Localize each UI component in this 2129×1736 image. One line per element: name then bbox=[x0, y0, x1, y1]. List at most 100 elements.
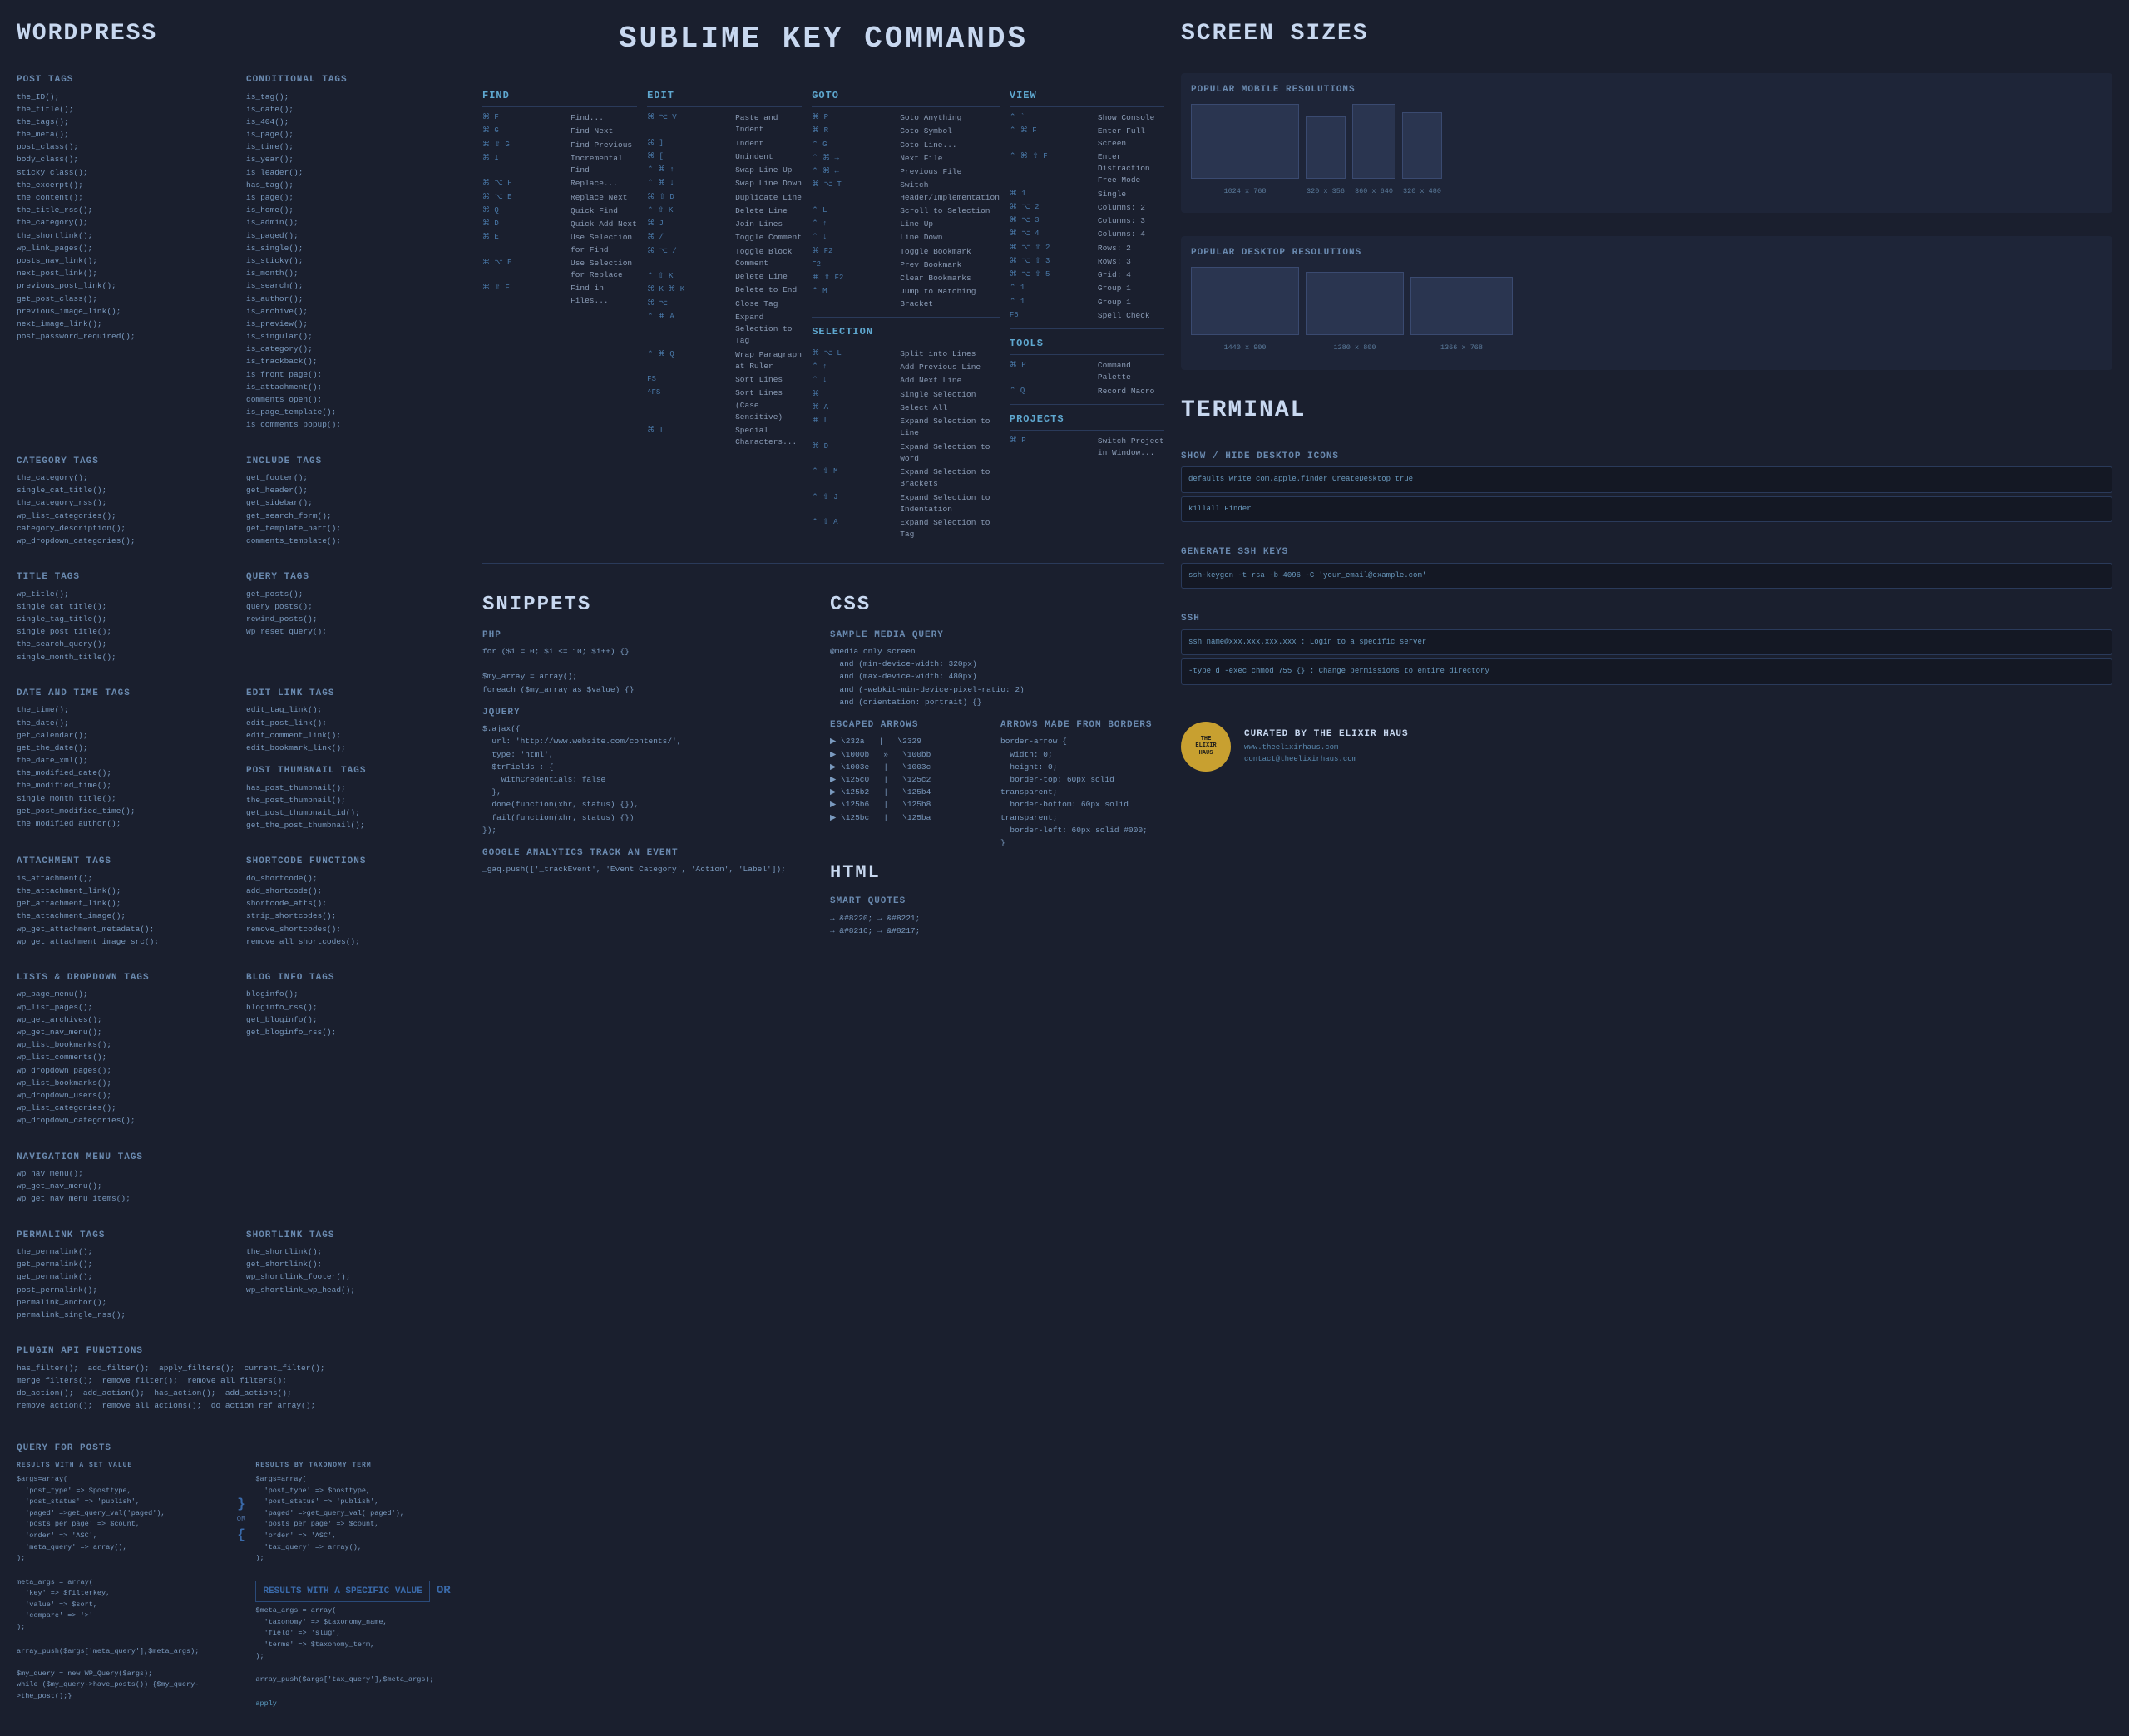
arrows-borders-section: ARROWS MADE FROM BORDERS border-arrow { … bbox=[1000, 718, 1164, 849]
shortcode-functions-list: do_shortcode();add_shortcode();shortcode… bbox=[246, 872, 466, 948]
or-label-1: OR bbox=[237, 1514, 246, 1526]
post-thumbnail-tags-title: POST THUMBNAIL TAGS bbox=[246, 764, 466, 778]
google-analytics-section: GOOGLE ANALYTICS TRACK AN EVENT _gaq.pus… bbox=[482, 846, 817, 876]
date-time-tags-list: the_time();the_date();get_calendar();get… bbox=[17, 703, 236, 830]
terminal-title: TERMINAL bbox=[1181, 393, 2112, 428]
snippets-title: SNIPPETS bbox=[482, 590, 817, 620]
generate-ssh-keys-cmd: ssh-keygen -t rsa -b 4096 -C 'your_email… bbox=[1181, 563, 2112, 589]
post-tags-title: POST TAGS bbox=[17, 73, 236, 87]
date-time-tags-section: DATE AND TIME TAGS the_time();the_date()… bbox=[17, 687, 236, 832]
permalink-tags-list: the_permalink();get_permalink();get_perm… bbox=[17, 1245, 236, 1321]
tools-title: TOOLS bbox=[1010, 336, 1164, 355]
find-title: FIND bbox=[482, 88, 637, 107]
ssh-title: SSH bbox=[1181, 612, 2112, 626]
page-wrapper: WORDPRESS POST TAGS the_ID();the_title()… bbox=[0, 0, 2129, 1736]
lists-dropdown-tags-section: LISTS & DROPDOWN TAGS wp_page_menu();wp_… bbox=[17, 971, 236, 1127]
goto-section: GOTO ⌘ PGoto Anything ⌘ RGoto Symbol ⌃ G… bbox=[812, 88, 1000, 543]
include-tags-list: get_footer();get_header();get_sidebar();… bbox=[246, 471, 466, 547]
edit-link-tags-section: EDIT LINK TAGS edit_tag_link();edit_post… bbox=[246, 687, 466, 754]
kill-cmd: killall Finder bbox=[1181, 496, 2112, 523]
shortcode-functions-section: SHORTCODE FUNCTIONS do_shortcode();add_s… bbox=[246, 855, 466, 948]
google-analytics-title: GOOGLE ANALYTICS TRACK AN EVENT bbox=[482, 846, 817, 861]
html-section: HTML SMART QUOTES → &#8220; → &#8221; → … bbox=[830, 859, 1164, 937]
css-column: CSS SAMPLE MEDIA QUERY @media only scree… bbox=[830, 590, 1164, 948]
generate-ssh-keys-section: GENERATE SSH KEYS ssh-keygen -t rsa -b 4… bbox=[1181, 545, 2112, 589]
edit-title: EDIT bbox=[647, 88, 802, 107]
smart-quotes-title: SMART QUOTES bbox=[830, 895, 1164, 909]
branding-section: THE ELIXIR HAUS CURATED BY THE ELIXIR HA… bbox=[1181, 722, 2112, 772]
logo-email: contact@theelixirhaus.com bbox=[1244, 754, 1409, 766]
permalink-tags-section: PERMALINK TAGS the_permalink();get_perma… bbox=[17, 1229, 236, 1322]
include-tags-title: INCLUDE TAGS bbox=[246, 455, 466, 469]
attachment-tags-section: ATTACHMENT TAGS is_attachment();the_atta… bbox=[17, 855, 236, 948]
array-push-code: array_push($args['meta_query'],$meta_arg… bbox=[17, 1646, 227, 1703]
title-tags-title: TITLE TAGS bbox=[17, 570, 236, 584]
shortlink-tags-title: SHORTLINK TAGS bbox=[246, 1229, 466, 1243]
escaped-arrows-section: ESCAPED ARROWS ▶ \232a | \2329 ▶ \1000b … bbox=[830, 718, 994, 849]
attachment-tags-list: is_attachment();the_attachment_link();ge… bbox=[17, 872, 236, 948]
post-thumbnail-tags-list: has_post_thumbnail();the_post_thumbnail(… bbox=[246, 782, 466, 832]
wordpress-title: WORDPRESS bbox=[17, 17, 466, 52]
blog-info-tags-list: bloginfo();bloginfo_rss();get_bloginfo()… bbox=[246, 988, 466, 1038]
edit-section: EDIT ⌘ ⌥ VPaste and Indent ⌘ ]Indent ⌘ [… bbox=[647, 88, 802, 543]
results-taxonomy-title: RESULTS BY TAXONOMY TERM bbox=[255, 1461, 466, 1471]
lists-dropdown-tags-title: LISTS & DROPDOWN TAGS bbox=[17, 971, 236, 985]
show-hide-title: SHOW / HIDE DESKTOP ICONS bbox=[1181, 450, 2112, 464]
navigation-menu-tags-title: NAVIGATION MENU TAGS bbox=[17, 1151, 466, 1165]
results-taxonomy-code: $args=array( 'post_type' => $posttype, '… bbox=[255, 1474, 466, 1565]
popular-mobile-title: POPULAR MOBILE RESOLUTIONS bbox=[1191, 83, 2102, 97]
wordpress-column: WORDPRESS POST TAGS the_ID();the_title()… bbox=[17, 17, 466, 1719]
right-column: SCREEN SIZES POPULAR MOBILE RESOLUTIONS … bbox=[1181, 17, 2112, 1719]
query-tags-list: get_posts();query_posts();rewind_posts()… bbox=[246, 588, 466, 639]
group-1-label: Group 1 bbox=[1098, 283, 1131, 294]
plugin-api-list: has_filter(); add_filter(); apply_filter… bbox=[17, 1362, 466, 1413]
date-time-tags-title: DATE AND TIME TAGS bbox=[17, 687, 236, 701]
screen-320-480: 320 x 480 bbox=[1402, 112, 1442, 197]
permalink-tags-title: PERMALINK TAGS bbox=[17, 1229, 236, 1243]
replace-next-label: Replace Next bbox=[571, 192, 627, 204]
shortlink-tags-list: the_shortlink();get_shortlink();wp_short… bbox=[246, 1245, 466, 1296]
show-hide-desktop-icons-section: SHOW / HIDE DESKTOP ICONS defaults write… bbox=[1181, 450, 2112, 523]
meta-args-code: meta_args = array( 'key' => $filterkey, … bbox=[17, 1577, 227, 1634]
toggle-block-comment-label: Toggle Block Comment bbox=[735, 246, 802, 270]
plugin-api-section: PLUGIN API FUNCTIONS has_filter(); add_f… bbox=[17, 1344, 466, 1412]
screen-320-356: 320 x 356 bbox=[1306, 116, 1346, 197]
ssh-chmod-cmd: -type d -exec chmod 755 {} : Change perm… bbox=[1181, 658, 2112, 685]
blog-info-tags-title: BLOG INFO TAGS bbox=[246, 971, 466, 985]
popular-mobile-section: POPULAR MOBILE RESOLUTIONS 1024 x 768 32… bbox=[1181, 73, 2112, 213]
selection-title: SELECTION bbox=[812, 324, 1000, 343]
attachment-tags-title: ATTACHMENT TAGS bbox=[17, 855, 236, 869]
find-section: FIND ⌘ FFind... ⌘ GFind Next ⌘ ⇧ GFind P… bbox=[482, 88, 637, 543]
post-tags-section: POST TAGS the_ID();the_title();the_tags(… bbox=[17, 73, 236, 432]
post-thumbnail-tags-section: POST THUMBNAIL TAGS has_post_thumbnail()… bbox=[246, 764, 466, 831]
shortlink-tags-section: SHORTLINK TAGS the_shortlink();get_short… bbox=[246, 1229, 466, 1322]
view-section: VIEW ⌃ `Show Console ⌃ ⌘ FEnter Full Scr… bbox=[1010, 88, 1164, 543]
screen-1024: 1024 x 768 bbox=[1191, 104, 1299, 197]
query-for-posts-title: QUERY FOR POSTS bbox=[17, 1442, 466, 1456]
sublime-title: SUBLIME KEY COMMANDS bbox=[482, 17, 1164, 62]
results-specific-title: RESULTS WITH A SPECIFIC VALUE bbox=[255, 1581, 429, 1603]
html-title: HTML bbox=[830, 859, 1164, 886]
screen-1280: 1280 x 800 bbox=[1306, 272, 1404, 353]
arrows-borders-title: ARROWS MADE FROM BORDERS bbox=[1000, 718, 1164, 732]
arrows-borders-code: border-arrow { width: 0; height: 0; bord… bbox=[1000, 735, 1164, 849]
results-set-value-code: $args=array( 'post_type' => $posttype, '… bbox=[17, 1474, 227, 1565]
plugin-api-title: PLUGIN API FUNCTIONS bbox=[17, 1344, 466, 1359]
post-tags-list: the_ID();the_title();the_tags();the_meta… bbox=[17, 91, 236, 343]
navigation-menu-tags-list: wp_nav_menu();wp_get_nav_menu();wp_get_n… bbox=[17, 1167, 466, 1206]
jquery-section: JQUERY $.ajax({ url: 'http://www.website… bbox=[482, 706, 817, 836]
swap-line-up-label: Swap Line Up bbox=[735, 165, 792, 176]
apply-label: apply bbox=[255, 1699, 466, 1710]
projects-title: PROJECTS bbox=[1010, 412, 1164, 431]
curated-by-label: CURATED BY THE ELIXIR HAUS bbox=[1244, 727, 1409, 742]
query-tags-section: QUERY TAGS get_posts();query_posts();rew… bbox=[246, 570, 466, 663]
smart-quotes-list: → &#8220; → &#8221; → &#8216; → &#8217; bbox=[830, 912, 1164, 937]
title-tags-list: wp_title();single_cat_title();single_tag… bbox=[17, 588, 236, 663]
php-section: PHP for ($i = 0; $i <= 10; $i++) {} $my_… bbox=[482, 629, 817, 696]
snippets-column: SNIPPETS PHP for ($i = 0; $i <= 10; $i++… bbox=[482, 590, 817, 948]
escaped-arrows-title: ESCAPED ARROWS bbox=[830, 718, 994, 732]
swap-line-down-label: Swap Line Down bbox=[735, 178, 802, 190]
conditional-tags-title: CONDITIONAL TAGS bbox=[246, 73, 466, 87]
include-tags-section: INCLUDE TAGS get_footer();get_header();g… bbox=[246, 455, 466, 548]
results-set-value-title: RESULTS WITH A SET VALUE bbox=[17, 1461, 227, 1471]
